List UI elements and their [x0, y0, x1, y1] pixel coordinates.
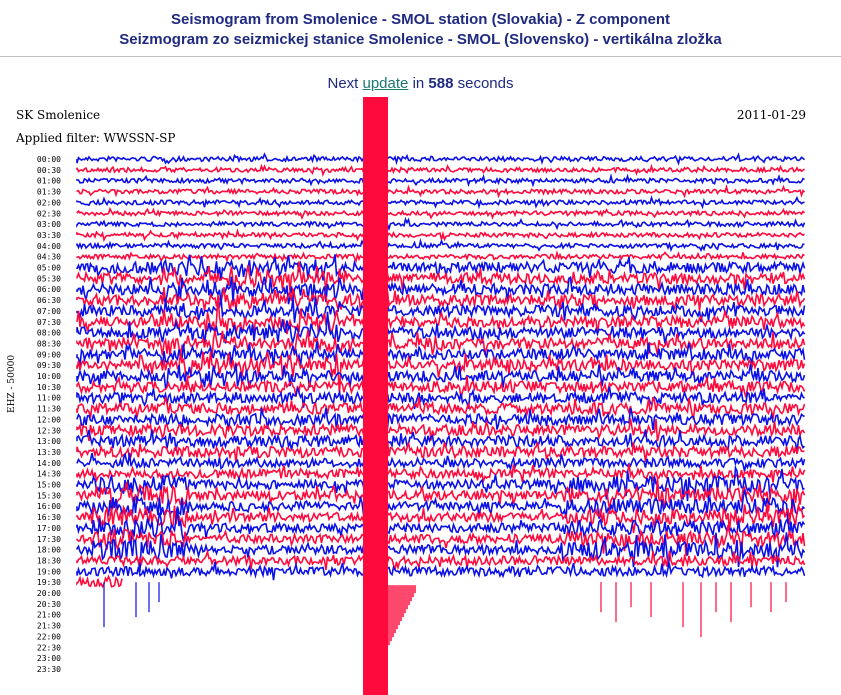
time-label: 12:30 — [37, 426, 61, 435]
page-title-english: Seismogram from Smolenice - SMOL station… — [171, 11, 670, 28]
time-label: 18:00 — [37, 546, 61, 555]
update-countdown: Next update in 588 seconds — [0, 75, 841, 92]
time-label: 00:30 — [37, 166, 61, 175]
time-label: 05:00 — [37, 264, 61, 273]
seismic-trace — [76, 297, 806, 323]
time-label: 14:00 — [37, 459, 61, 468]
time-label: 20:00 — [37, 589, 61, 598]
update-prefix: Next — [327, 75, 359, 92]
time-label: 14:30 — [37, 470, 61, 479]
station-name: SK Smolenice — [16, 108, 101, 122]
seismic-trace — [76, 206, 806, 221]
time-label: 20:30 — [37, 600, 61, 609]
seismic-trace — [76, 237, 805, 253]
time-label: 19:00 — [37, 567, 61, 576]
time-label: 16:30 — [37, 513, 61, 522]
seismogram-plot: 00:00 00:30 01:00 01:3002:00 02:30 03:00 03:30… — [37, 97, 806, 695]
time-label: 07:30 — [37, 318, 61, 327]
time-label: 12:00 — [37, 415, 61, 424]
time-label: 03:00 — [37, 220, 61, 229]
time-label: 10:00 — [37, 372, 61, 381]
time-label: 11:30 — [37, 405, 61, 414]
time-label: 00:00 — [37, 155, 61, 164]
time-label: 02:30 — [37, 209, 61, 218]
time-label: 06:30 — [37, 296, 61, 305]
time-label: 08:00 — [37, 329, 61, 338]
time-label: 17:30 — [37, 535, 61, 544]
applied-filter: Applied filter: WWSSN-SP — [16, 131, 176, 145]
time-label: 23:30 — [37, 665, 61, 674]
time-label: 13:00 — [37, 437, 61, 446]
seismic-trace — [76, 549, 806, 571]
time-label: 01:30 — [37, 188, 61, 197]
time-label: 09:30 — [37, 361, 61, 370]
time-label: 22:30 — [37, 643, 61, 652]
seismic-trace — [76, 396, 806, 420]
time-label: 06:00 — [37, 285, 61, 294]
time-label: 11:00 — [37, 394, 61, 403]
seismic-trace — [76, 183, 806, 199]
time-label: 04:30 — [37, 253, 61, 262]
seismic-trace — [76, 194, 805, 210]
time-label: 02:00 — [37, 198, 61, 207]
seismogram-panel: 00:00 00:30 01:00 01:30 02:00 02:30 03:00 03:30… — [7, 97, 808, 695]
seismogram-date: 2011-01-29 — [736, 108, 806, 122]
time-label: 17:00 — [37, 524, 61, 533]
time-label: 21:30 — [37, 622, 61, 631]
time-label: 16:00 — [37, 502, 61, 511]
time-label: 04:00 — [37, 242, 61, 251]
time-label: 10:30 — [37, 383, 61, 392]
seismic-trace — [76, 163, 805, 177]
seismic-trace — [76, 574, 123, 589]
page-header: Seismogram from Smolenice - SMOL station… — [0, 0, 841, 57]
time-label: 23:00 — [37, 654, 61, 663]
seismic-trace — [76, 152, 806, 166]
channel-label: EHZ - 50000 — [7, 354, 17, 413]
update-link[interactable]: update — [363, 75, 409, 92]
seismic-trace — [76, 216, 806, 232]
time-label: 08:30 — [37, 339, 61, 348]
time-label: 18:30 — [37, 556, 61, 565]
seismic-trace — [76, 228, 805, 243]
earthquake-event-band — [363, 97, 388, 695]
time-label: 22:00 — [37, 632, 61, 641]
update-middle: in — [412, 75, 425, 92]
seismic-trace — [76, 250, 805, 264]
time-label: 09:00 — [37, 350, 61, 359]
page-title-slovak: Seizmogram zo seizmickej stanice Smoleni… — [119, 31, 722, 48]
update-suffix: seconds — [457, 75, 514, 92]
time-label: 21:00 — [37, 611, 61, 620]
seismic-trace — [76, 173, 805, 188]
time-label: 15:30 — [37, 491, 61, 500]
time-label: 05:30 — [37, 274, 61, 283]
time-label: 13:30 — [37, 448, 61, 457]
time-label: 19:30 — [37, 578, 61, 587]
time-label: 01:00 — [37, 177, 61, 186]
time-label: 03:30 — [37, 231, 61, 240]
time-label: 15:00 — [37, 481, 61, 490]
update-seconds: 588 — [428, 75, 454, 92]
time-label: 07:00 — [37, 307, 61, 316]
